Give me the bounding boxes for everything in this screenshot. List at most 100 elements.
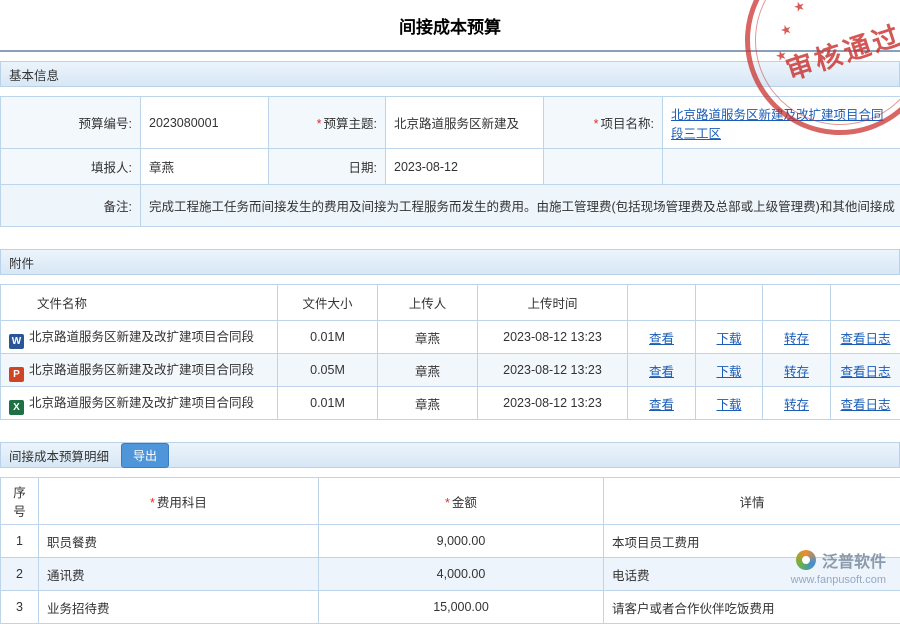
date-value: 2023-08-12 xyxy=(386,149,544,185)
empty-label-cell xyxy=(544,149,663,185)
action-cell: 查看日志 xyxy=(831,354,900,387)
table-header-row: 文件名称 文件大小 上传人 上传时间 xyxy=(1,285,900,321)
expense-amount: 4,000.00 xyxy=(319,558,604,591)
action-cell: 下载 xyxy=(696,387,763,420)
section-header-attachments: 附件 xyxy=(0,249,900,275)
basic-info-table: 预算编号: 2023080001 *预算主题: 北京路道服务区新建及 *项目名称… xyxy=(0,96,900,227)
budget-no-value: 2023080001 xyxy=(141,97,269,149)
col-header-file-name: 文件名称 xyxy=(1,285,278,321)
upload-time: 2023-08-12 13:23 xyxy=(478,387,628,420)
page-title: 间接成本预算 xyxy=(0,0,900,37)
uploader: 章燕 xyxy=(378,387,478,420)
fanpu-logo-icon xyxy=(796,550,816,570)
detail-table: 序号 *费用科目 *金额 详情 1 职员餐费 9,000.00 本项目员工费用 … xyxy=(0,477,900,624)
view-log-link[interactable]: 查看日志 xyxy=(840,365,890,379)
col-header-index: 序号 xyxy=(1,478,39,525)
file-size: 0.01M xyxy=(278,321,378,354)
col-header-uploader: 上传人 xyxy=(378,285,478,321)
expense-subject: 职员餐费 xyxy=(39,525,319,558)
expense-subject: 业务招待费 xyxy=(39,591,319,624)
table-row: 备注: 完成工程施工任务而间接发生的费用及间接为工程服务而发生的费用。由施工管理… xyxy=(1,185,900,227)
transfer-link[interactable]: 转存 xyxy=(784,332,809,346)
action-cell: 转存 xyxy=(763,354,831,387)
view-log-link[interactable]: 查看日志 xyxy=(840,398,890,412)
action-cell: 查看 xyxy=(628,387,696,420)
col-header-amount: *金额 xyxy=(319,478,604,525)
file-name-cell: W北京路道服务区新建及改扩建项目合同段 xyxy=(1,321,278,354)
empty-value-cell xyxy=(663,149,900,185)
excel-file-icon: X xyxy=(9,400,24,415)
table-row: 2 通讯费 4,000.00 电话费 xyxy=(1,558,900,591)
word-file-icon: W xyxy=(9,334,24,349)
project-name-label: *项目名称: xyxy=(544,97,663,149)
section-title: 附件 xyxy=(9,253,34,272)
expense-amount: 9,000.00 xyxy=(319,525,604,558)
table-row: X北京路道服务区新建及改扩建项目合同段 0.01M 章燕 2023-08-12 … xyxy=(1,387,900,420)
section-header-basic-info: 基本信息 xyxy=(0,61,900,87)
project-name-link[interactable]: 北京路道服务区新建及改扩建项目合同段三工区 xyxy=(671,108,884,141)
table-row: 填报人: 章燕 日期: 2023-08-12 xyxy=(1,149,900,185)
table-header-row: 序号 *费用科目 *金额 详情 xyxy=(1,478,900,525)
budget-no-label: 预算编号: xyxy=(1,97,141,149)
download-link[interactable]: 下载 xyxy=(716,398,741,412)
file-name-cell: P北京路道服务区新建及改扩建项目合同段 xyxy=(1,354,278,387)
project-name-cell: 北京路道服务区新建及改扩建项目合同段三工区 xyxy=(663,97,900,149)
col-header-action xyxy=(831,285,900,321)
table-row: 3 业务招待费 15,000.00 请客户或者合作伙伴吃饭费用 xyxy=(1,591,900,624)
row-index: 1 xyxy=(1,525,39,558)
uploader: 章燕 xyxy=(378,354,478,387)
col-header-file-size: 文件大小 xyxy=(278,285,378,321)
action-cell: 转存 xyxy=(763,387,831,420)
expense-amount: 15,000.00 xyxy=(319,591,604,624)
upload-time: 2023-08-12 13:23 xyxy=(478,321,628,354)
upload-time: 2023-08-12 13:23 xyxy=(478,354,628,387)
action-cell: 查看日志 xyxy=(831,321,900,354)
export-button[interactable]: 导出 xyxy=(121,443,169,468)
section-title: 间接成本预算明细 xyxy=(9,446,109,465)
file-size: 0.05M xyxy=(278,354,378,387)
view-link[interactable]: 查看 xyxy=(649,398,674,412)
row-index: 3 xyxy=(1,591,39,624)
action-cell: 查看 xyxy=(628,354,696,387)
table-row: P北京路道服务区新建及改扩建项目合同段 0.05M 章燕 2023-08-12 … xyxy=(1,354,900,387)
budget-subject-label: *预算主题: xyxy=(269,97,386,149)
filler-label: 填报人: xyxy=(1,149,141,185)
view-link[interactable]: 查看 xyxy=(649,332,674,346)
view-log-link[interactable]: 查看日志 xyxy=(840,332,890,346)
title-divider xyxy=(0,50,900,52)
vendor-watermark: 泛普软件 www.fanpusoft.com xyxy=(791,548,886,586)
download-link[interactable]: 下载 xyxy=(716,332,741,346)
action-cell: 下载 xyxy=(696,321,763,354)
filler-value: 章燕 xyxy=(141,149,269,185)
section-header-detail-list: 间接成本预算明细 导出 xyxy=(0,442,900,468)
vendor-url: www.fanpusoft.com xyxy=(791,574,886,586)
action-cell: 查看日志 xyxy=(831,387,900,420)
action-cell: 下载 xyxy=(696,354,763,387)
file-size: 0.01M xyxy=(278,387,378,420)
col-header-action xyxy=(763,285,831,321)
vendor-name: 泛普软件 xyxy=(822,548,886,572)
date-label: 日期: xyxy=(269,149,386,185)
row-index: 2 xyxy=(1,558,39,591)
required-marker: * xyxy=(445,496,450,510)
transfer-link[interactable]: 转存 xyxy=(784,365,809,379)
col-header-action xyxy=(628,285,696,321)
transfer-link[interactable]: 转存 xyxy=(784,398,809,412)
col-header-detail: 详情 xyxy=(604,478,900,525)
budget-subject-value: 北京路道服务区新建及 xyxy=(386,97,544,149)
uploader: 章燕 xyxy=(378,321,478,354)
download-link[interactable]: 下载 xyxy=(716,365,741,379)
action-cell: 转存 xyxy=(763,321,831,354)
file-name-cell: X北京路道服务区新建及改扩建项目合同段 xyxy=(1,387,278,420)
view-link[interactable]: 查看 xyxy=(649,365,674,379)
table-row: W北京路道服务区新建及改扩建项目合同段 0.01M 章燕 2023-08-12 … xyxy=(1,321,900,354)
table-row: 1 职员餐费 9,000.00 本项目员工费用 xyxy=(1,525,900,558)
attachments-table: 文件名称 文件大小 上传人 上传时间 W北京路道服务区新建及改扩建项目合同段 0… xyxy=(0,284,900,420)
action-cell: 查看 xyxy=(628,321,696,354)
expense-subject: 通讯费 xyxy=(39,558,319,591)
expense-detail: 请客户或者合作伙伴吃饭费用 xyxy=(604,591,900,624)
col-header-subject: *费用科目 xyxy=(39,478,319,525)
remark-label: 备注: xyxy=(1,185,141,227)
col-header-action xyxy=(696,285,763,321)
required-marker: * xyxy=(594,117,599,131)
